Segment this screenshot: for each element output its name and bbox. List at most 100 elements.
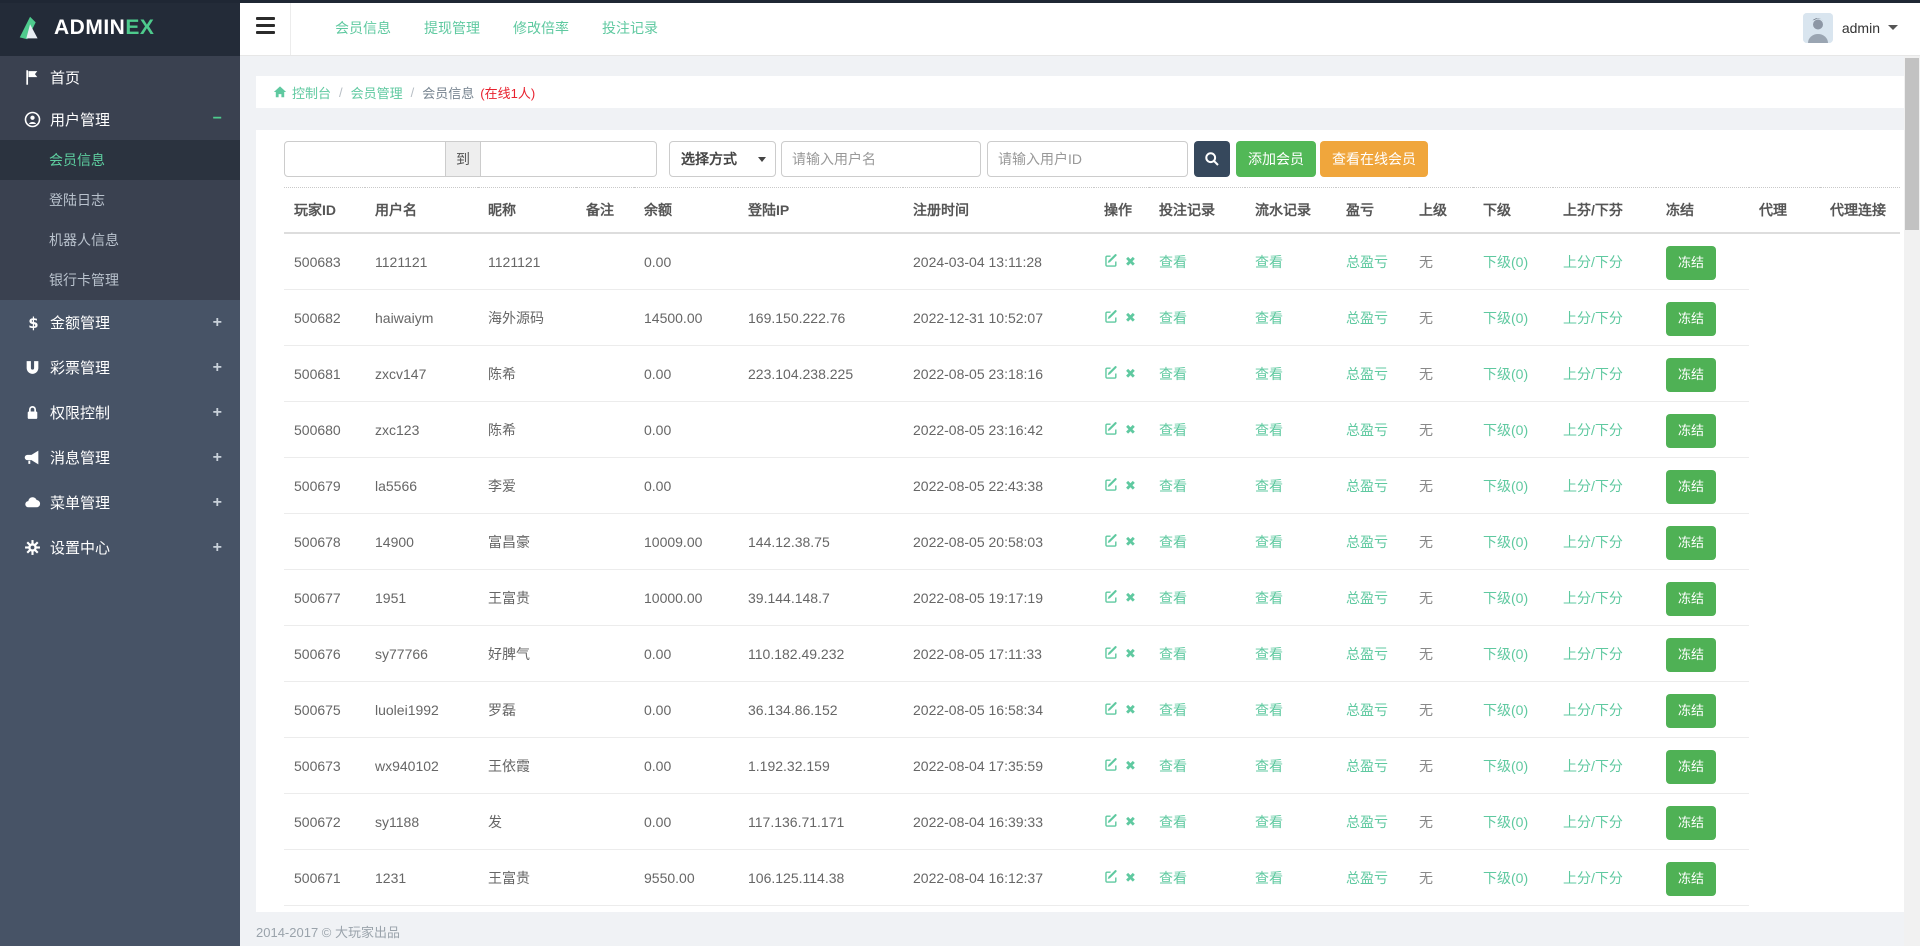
- bet-record-view-link[interactable]: 查看: [1159, 646, 1187, 662]
- bet-record-view-link[interactable]: 查看: [1159, 590, 1187, 606]
- breadcrumb-console[interactable]: 控制台: [292, 83, 331, 102]
- add-deduct-points-link[interactable]: 上分/下分: [1563, 702, 1623, 718]
- user-menu[interactable]: admin: [1803, 0, 1898, 55]
- add-deduct-points-link[interactable]: 上分/下分: [1563, 534, 1623, 550]
- flow-record-view-link[interactable]: 查看: [1255, 366, 1283, 382]
- edit-icon[interactable]: [1104, 701, 1119, 716]
- edit-icon[interactable]: [1104, 365, 1119, 380]
- freeze-button[interactable]: 冻结: [1666, 862, 1716, 896]
- add-deduct-points-link[interactable]: 上分/下分: [1563, 758, 1623, 774]
- collapse-minus-icon[interactable]: −: [213, 110, 222, 128]
- method-select[interactable]: 选择方式: [669, 141, 776, 177]
- subordinate-link[interactable]: 下级(0): [1483, 590, 1528, 606]
- freeze-button[interactable]: 冻结: [1666, 694, 1716, 728]
- edit-icon[interactable]: [1104, 309, 1119, 324]
- range-end-input[interactable]: [481, 141, 657, 177]
- freeze-button[interactable]: 冻结: [1666, 806, 1716, 840]
- sidebar-item-user-management[interactable]: 用户管理 −: [0, 98, 240, 140]
- userid-input[interactable]: [987, 141, 1188, 177]
- add-deduct-points-link[interactable]: 上分/下分: [1563, 590, 1623, 606]
- delete-x-icon[interactable]: ✖: [1125, 590, 1136, 605]
- add-deduct-points-link[interactable]: 上分/下分: [1563, 814, 1623, 830]
- freeze-button[interactable]: 冻结: [1666, 638, 1716, 672]
- total-profit-link[interactable]: 总盈亏: [1346, 534, 1388, 550]
- vertical-scrollbar[interactable]: [1904, 56, 1920, 946]
- flow-record-view-link[interactable]: 查看: [1255, 422, 1283, 438]
- sidebar-subitem-bankcard[interactable]: 银行卡管理: [0, 260, 240, 300]
- bet-record-view-link[interactable]: 查看: [1159, 534, 1187, 550]
- sidebar-item-settings-center[interactable]: 设置中心 +: [0, 525, 240, 570]
- edit-icon[interactable]: [1104, 421, 1119, 436]
- delete-x-icon[interactable]: ✖: [1125, 758, 1136, 773]
- total-profit-link[interactable]: 总盈亏: [1346, 254, 1388, 270]
- subordinate-link[interactable]: 下级(0): [1483, 646, 1528, 662]
- flow-record-view-link[interactable]: 查看: [1255, 814, 1283, 830]
- flow-record-view-link[interactable]: 查看: [1255, 478, 1283, 494]
- edit-icon[interactable]: [1104, 757, 1119, 772]
- scrollbar-thumb[interactable]: [1905, 58, 1919, 230]
- subordinate-link[interactable]: 下级(0): [1483, 422, 1528, 438]
- flow-record-view-link[interactable]: 查看: [1255, 534, 1283, 550]
- expand-plus-icon[interactable]: +: [213, 359, 222, 377]
- sidebar-subitem-login-log[interactable]: 登陆日志: [0, 180, 240, 220]
- top-nav-withdraw-management[interactable]: 提现管理: [424, 18, 480, 38]
- top-nav-member-info[interactable]: 会员信息: [335, 18, 391, 38]
- bet-record-view-link[interactable]: 查看: [1159, 870, 1187, 886]
- bet-record-view-link[interactable]: 查看: [1159, 254, 1187, 270]
- sidebar-item-message-management[interactable]: 消息管理 +: [0, 435, 240, 480]
- sidebar-item-amount-management[interactable]: $ 金额管理 +: [0, 300, 240, 345]
- subordinate-link[interactable]: 下级(0): [1483, 478, 1528, 494]
- subordinate-link[interactable]: 下级(0): [1483, 310, 1528, 326]
- add-deduct-points-link[interactable]: 上分/下分: [1563, 254, 1623, 270]
- sidebar-subitem-member-info[interactable]: 会员信息: [0, 140, 240, 180]
- edit-icon[interactable]: [1104, 477, 1119, 492]
- top-nav-modify-rate[interactable]: 修改倍率: [513, 18, 569, 38]
- total-profit-link[interactable]: 总盈亏: [1346, 758, 1388, 774]
- delete-x-icon[interactable]: ✖: [1125, 814, 1136, 829]
- total-profit-link[interactable]: 总盈亏: [1346, 702, 1388, 718]
- freeze-button[interactable]: 冻结: [1666, 358, 1716, 392]
- delete-x-icon[interactable]: ✖: [1125, 422, 1136, 437]
- bet-record-view-link[interactable]: 查看: [1159, 702, 1187, 718]
- flow-record-view-link[interactable]: 查看: [1255, 254, 1283, 270]
- subordinate-link[interactable]: 下级(0): [1483, 366, 1528, 382]
- sidebar-subitem-robot-info[interactable]: 机器人信息: [0, 220, 240, 260]
- total-profit-link[interactable]: 总盈亏: [1346, 366, 1388, 382]
- freeze-button[interactable]: 冻结: [1666, 582, 1716, 616]
- username-input[interactable]: [781, 141, 981, 177]
- add-deduct-points-link[interactable]: 上分/下分: [1563, 478, 1623, 494]
- freeze-button[interactable]: 冻结: [1666, 470, 1716, 504]
- subordinate-link[interactable]: 下级(0): [1483, 758, 1528, 774]
- edit-icon[interactable]: [1104, 533, 1119, 548]
- subordinate-link[interactable]: 下级(0): [1483, 814, 1528, 830]
- delete-x-icon[interactable]: ✖: [1125, 702, 1136, 717]
- total-profit-link[interactable]: 总盈亏: [1346, 590, 1388, 606]
- sidebar-item-home[interactable]: 首页: [0, 56, 240, 98]
- top-nav-bet-records[interactable]: 投注记录: [602, 18, 658, 38]
- freeze-button[interactable]: 冻结: [1666, 302, 1716, 336]
- total-profit-link[interactable]: 总盈亏: [1346, 310, 1388, 326]
- breadcrumb-member-management[interactable]: 会员管理: [351, 83, 403, 102]
- delete-x-icon[interactable]: ✖: [1125, 254, 1136, 269]
- bet-record-view-link[interactable]: 查看: [1159, 310, 1187, 326]
- delete-x-icon[interactable]: ✖: [1125, 534, 1136, 549]
- sidebar-item-menu-management[interactable]: 菜单管理 +: [0, 480, 240, 525]
- add-deduct-points-link[interactable]: 上分/下分: [1563, 646, 1623, 662]
- subordinate-link[interactable]: 下级(0): [1483, 534, 1528, 550]
- add-member-button[interactable]: 添加会员: [1236, 141, 1316, 177]
- edit-icon[interactable]: [1104, 589, 1119, 604]
- flow-record-view-link[interactable]: 查看: [1255, 310, 1283, 326]
- sidebar-item-lottery-management[interactable]: 彩票管理 +: [0, 345, 240, 390]
- view-online-members-button[interactable]: 查看在线会员: [1320, 141, 1428, 177]
- delete-x-icon[interactable]: ✖: [1125, 870, 1136, 885]
- flow-record-view-link[interactable]: 查看: [1255, 702, 1283, 718]
- sidebar-item-permission-control[interactable]: 权限控制 +: [0, 390, 240, 435]
- add-deduct-points-link[interactable]: 上分/下分: [1563, 366, 1623, 382]
- bet-record-view-link[interactable]: 查看: [1159, 366, 1187, 382]
- search-button[interactable]: [1194, 141, 1230, 177]
- expand-plus-icon[interactable]: +: [213, 314, 222, 332]
- flow-record-view-link[interactable]: 查看: [1255, 590, 1283, 606]
- total-profit-link[interactable]: 总盈亏: [1346, 422, 1388, 438]
- expand-plus-icon[interactable]: +: [213, 539, 222, 557]
- expand-plus-icon[interactable]: +: [213, 494, 222, 512]
